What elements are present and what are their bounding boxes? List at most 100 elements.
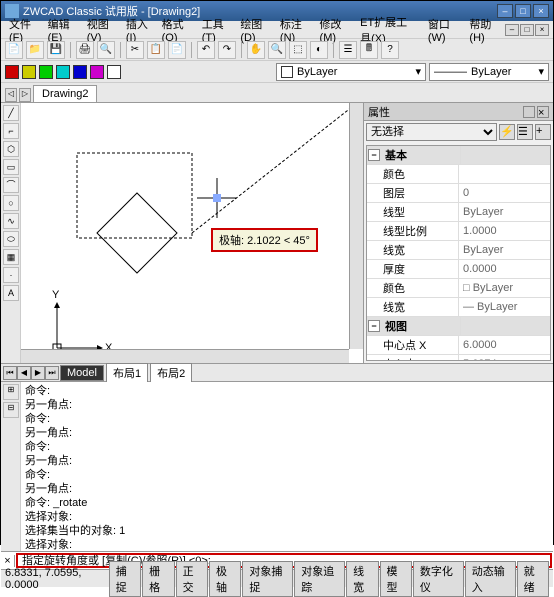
pan-icon[interactable]: ✋: [247, 41, 265, 59]
tab-next-icon[interactable]: ▷: [19, 88, 31, 102]
pickadd-icon[interactable]: +: [535, 124, 551, 140]
snap-toggle[interactable]: 捕捉: [109, 561, 141, 597]
quicksel-icon[interactable]: ⚡: [499, 124, 515, 140]
help-icon[interactable]: ?: [381, 41, 399, 59]
copy-icon[interactable]: 📋: [147, 41, 165, 59]
calc-icon[interactable]: 🖩: [360, 41, 378, 59]
command-history[interactable]: 命令:另一角点:命令:另一角点:命令:另一角点:命令:另一角点:命令: _rot…: [21, 382, 553, 551]
undo-icon[interactable]: ↶: [197, 41, 215, 59]
print-icon[interactable]: 🖨: [76, 41, 94, 59]
ortho-toggle[interactable]: 正交: [176, 561, 208, 597]
layer-select[interactable]: ByLayer▾: [276, 63, 426, 81]
statusbar: 6.8331, 7.0595, 0.0000 捕捉 栅格 正交 极轴 对象捕捉 …: [1, 569, 553, 587]
zoomwin-icon[interactable]: ⬚: [289, 41, 307, 59]
selection-dropdown[interactable]: 无选择: [366, 123, 497, 141]
prop-value[interactable]: — ByLayer: [459, 300, 550, 314]
coord-display[interactable]: 6.8331, 7.0595, 0.0000: [5, 567, 100, 591]
maximize-button[interactable]: □: [515, 4, 531, 18]
dyn-toggle[interactable]: 动态输入: [465, 561, 516, 597]
point-icon[interactable]: ·: [3, 267, 19, 283]
mdi-close-button[interactable]: ×: [535, 24, 549, 36]
rect-icon[interactable]: ▭: [3, 159, 19, 175]
pin-icon[interactable]: [523, 106, 535, 118]
model-tab[interactable]: Model: [60, 365, 104, 381]
linetype-select[interactable]: ———ByLayer▾: [429, 63, 549, 81]
hatch-icon[interactable]: ▦: [3, 249, 19, 265]
polar-toggle[interactable]: 极轴: [209, 561, 241, 597]
cmd-tool1-icon[interactable]: ⊞: [3, 384, 19, 400]
prop-key: 中心点 Y: [379, 355, 459, 361]
paste-icon[interactable]: 📄: [168, 41, 186, 59]
prop-category[interactable]: 基本: [381, 146, 461, 164]
cut-icon[interactable]: ✂: [126, 41, 144, 59]
mdi-min-button[interactable]: –: [505, 24, 519, 36]
props-close-icon[interactable]: ×: [537, 106, 549, 118]
layout-next-icon[interactable]: ▶: [31, 366, 45, 380]
line-icon[interactable]: ╱: [3, 105, 19, 121]
layout1-tab[interactable]: 布局1: [106, 363, 148, 383]
prop-key: 中心点 X: [379, 336, 459, 354]
drawing-canvas[interactable]: X Y 极轴: 2.1022 < 45°: [21, 103, 363, 363]
cmd-tool2-icon[interactable]: ⊟: [3, 402, 19, 418]
prop-value[interactable]: 5.6874: [459, 357, 550, 361]
expand-icon[interactable]: −: [368, 149, 380, 161]
new-icon[interactable]: 📄: [5, 41, 23, 59]
text-icon[interactable]: A: [3, 285, 19, 301]
drawing-tab[interactable]: Drawing2: [33, 85, 97, 102]
h-scrollbar[interactable]: [21, 349, 349, 363]
prop-value[interactable]: 0: [459, 186, 550, 200]
polygon-icon[interactable]: ⬡: [3, 141, 19, 157]
selobj-icon[interactable]: ☰: [517, 124, 533, 140]
prop-category[interactable]: 视图: [381, 317, 461, 335]
expand-icon[interactable]: −: [368, 320, 380, 332]
prop-value[interactable]: ByLayer: [459, 243, 550, 257]
color-blue[interactable]: [73, 65, 87, 79]
tablet-toggle[interactable]: 数字化仪: [413, 561, 464, 597]
layout-prev-icon[interactable]: ◀: [17, 366, 31, 380]
layout-first-icon[interactable]: ⏮: [3, 366, 17, 380]
v-scrollbar[interactable]: [349, 103, 363, 349]
prop-value[interactable]: ByLayer: [459, 205, 550, 219]
tab-prev-icon[interactable]: ◁: [5, 88, 17, 102]
color-magenta[interactable]: [90, 65, 104, 79]
model-toggle[interactable]: 模型: [380, 561, 412, 597]
pline-icon[interactable]: ⌐: [3, 123, 19, 139]
prop-key: 线宽: [379, 298, 459, 316]
zoom-icon[interactable]: 🔍: [268, 41, 286, 59]
color-green[interactable]: [39, 65, 53, 79]
color-white[interactable]: [107, 65, 121, 79]
y-axis-label: Y: [52, 289, 60, 301]
ellipse-icon[interactable]: ⬭: [3, 231, 19, 247]
color-yellow[interactable]: [22, 65, 36, 79]
layout2-tab[interactable]: 布局2: [150, 363, 192, 383]
properties-panel: 属性× 无选择 ⚡ ☰ + −基本颜色图层0线型ByLayer线型比例1.000…: [363, 103, 553, 363]
open-icon[interactable]: 📁: [26, 41, 44, 59]
prop-value[interactable]: [459, 173, 550, 175]
otrack-toggle[interactable]: 对象追踪: [294, 561, 345, 597]
arc-icon[interactable]: ⌒: [3, 177, 19, 193]
close-button[interactable]: ×: [533, 4, 549, 18]
redo-icon[interactable]: ↷: [218, 41, 236, 59]
color-red[interactable]: [5, 65, 19, 79]
prop-value[interactable]: □ ByLayer: [459, 281, 550, 295]
circle-icon[interactable]: ○: [3, 195, 19, 211]
spline-icon[interactable]: ∿: [3, 213, 19, 229]
prop-value[interactable]: 0.0000: [459, 262, 550, 276]
property-grid[interactable]: −基本颜色图层0线型ByLayer线型比例1.0000线宽ByLayer厚度0.…: [366, 145, 551, 361]
osnap-toggle[interactable]: 对象捕捉: [242, 561, 293, 597]
menu-window[interactable]: 窗口(W): [424, 15, 464, 45]
prop-value[interactable]: 1.0000: [459, 224, 550, 238]
zoomprev-icon[interactable]: ◐: [310, 41, 328, 59]
grid-toggle[interactable]: 栅格: [142, 561, 174, 597]
save-icon[interactable]: 💾: [47, 41, 65, 59]
lwt-toggle[interactable]: 线宽: [346, 561, 378, 597]
prop-value[interactable]: 6.0000: [459, 338, 550, 352]
preview-icon[interactable]: 🔍: [97, 41, 115, 59]
cmd-close-icon[interactable]: ×: [1, 555, 15, 567]
mdi-max-button[interactable]: □: [520, 24, 534, 36]
menu-help[interactable]: 帮助(H): [465, 15, 503, 45]
prop-key: 厚度: [379, 260, 459, 278]
props-icon[interactable]: ☰: [339, 41, 357, 59]
layout-last-icon[interactable]: ⏭: [45, 366, 59, 380]
color-cyan[interactable]: [56, 65, 70, 79]
